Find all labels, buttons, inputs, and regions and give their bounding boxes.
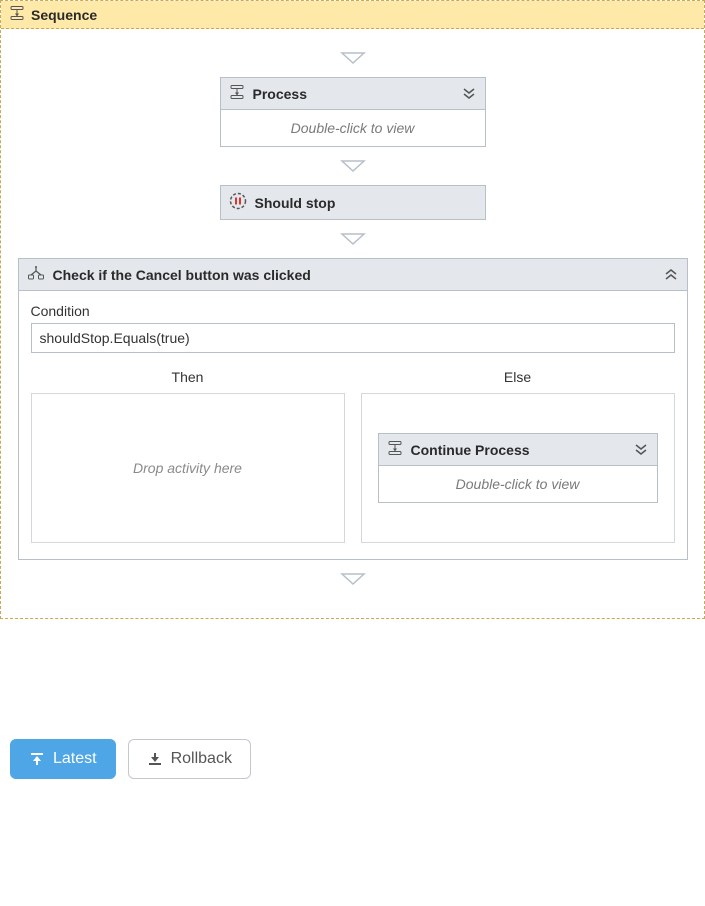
- drop-hint: Drop activity here: [133, 460, 242, 476]
- process-header[interactable]: Process: [221, 78, 485, 110]
- if-header[interactable]: Check if the Cancel button was clicked: [19, 259, 687, 291]
- sequence-header[interactable]: Sequence: [1, 1, 704, 29]
- should-stop-activity[interactable]: Should stop: [220, 185, 486, 220]
- if-icon: [27, 265, 45, 284]
- if-activity[interactable]: Check if the Cancel button was clicked C…: [18, 258, 688, 560]
- then-drop-zone[interactable]: Drop activity here: [31, 393, 345, 543]
- condition-label: Condition: [31, 303, 675, 319]
- latest-label: Latest: [53, 750, 97, 768]
- continue-process-title: Continue Process: [411, 442, 530, 458]
- else-branch: Else: [361, 365, 675, 543]
- continue-process-icon: [387, 440, 403, 459]
- should-stop-title: Should stop: [255, 195, 336, 211]
- insert-point[interactable]: [340, 159, 366, 173]
- continue-process-body[interactable]: Double-click to view: [379, 466, 657, 502]
- process-activity[interactable]: Process Double-click to view: [220, 77, 486, 147]
- sequence-activity[interactable]: Sequence Process: [0, 0, 705, 619]
- condition-input[interactable]: [31, 323, 675, 353]
- insert-point[interactable]: [340, 232, 366, 246]
- collapse-up-icon[interactable]: [663, 268, 679, 282]
- else-label: Else: [361, 365, 675, 393]
- continue-process-activity[interactable]: Continue Process Double-click to view: [378, 433, 658, 503]
- insert-point[interactable]: [340, 51, 366, 65]
- rollback-label: Rollback: [171, 750, 232, 768]
- process-icon: [229, 84, 245, 103]
- sequence-body: Process Double-click to view: [1, 29, 704, 618]
- expand-down-icon[interactable]: [461, 87, 477, 101]
- button-row: Latest Rollback: [0, 739, 705, 779]
- else-drop-zone[interactable]: Continue Process Double-click to view: [361, 393, 675, 543]
- process-body[interactable]: Double-click to view: [221, 110, 485, 146]
- latest-button[interactable]: Latest: [10, 739, 116, 779]
- if-title: Check if the Cancel button was clicked: [53, 267, 311, 283]
- download-icon: [147, 751, 163, 767]
- upload-icon: [29, 751, 45, 767]
- insert-point[interactable]: [340, 572, 366, 586]
- rollback-button[interactable]: Rollback: [128, 739, 251, 779]
- continue-process-header[interactable]: Continue Process: [379, 434, 657, 466]
- then-label: Then: [31, 365, 345, 393]
- sequence-icon: [9, 5, 25, 24]
- if-body: Condition Then Drop activity here Else: [19, 291, 687, 559]
- expand-down-icon[interactable]: [633, 443, 649, 457]
- then-branch: Then Drop activity here: [31, 365, 345, 543]
- sequence-title: Sequence: [31, 7, 97, 23]
- pause-icon: [229, 192, 247, 213]
- process-title: Process: [253, 86, 307, 102]
